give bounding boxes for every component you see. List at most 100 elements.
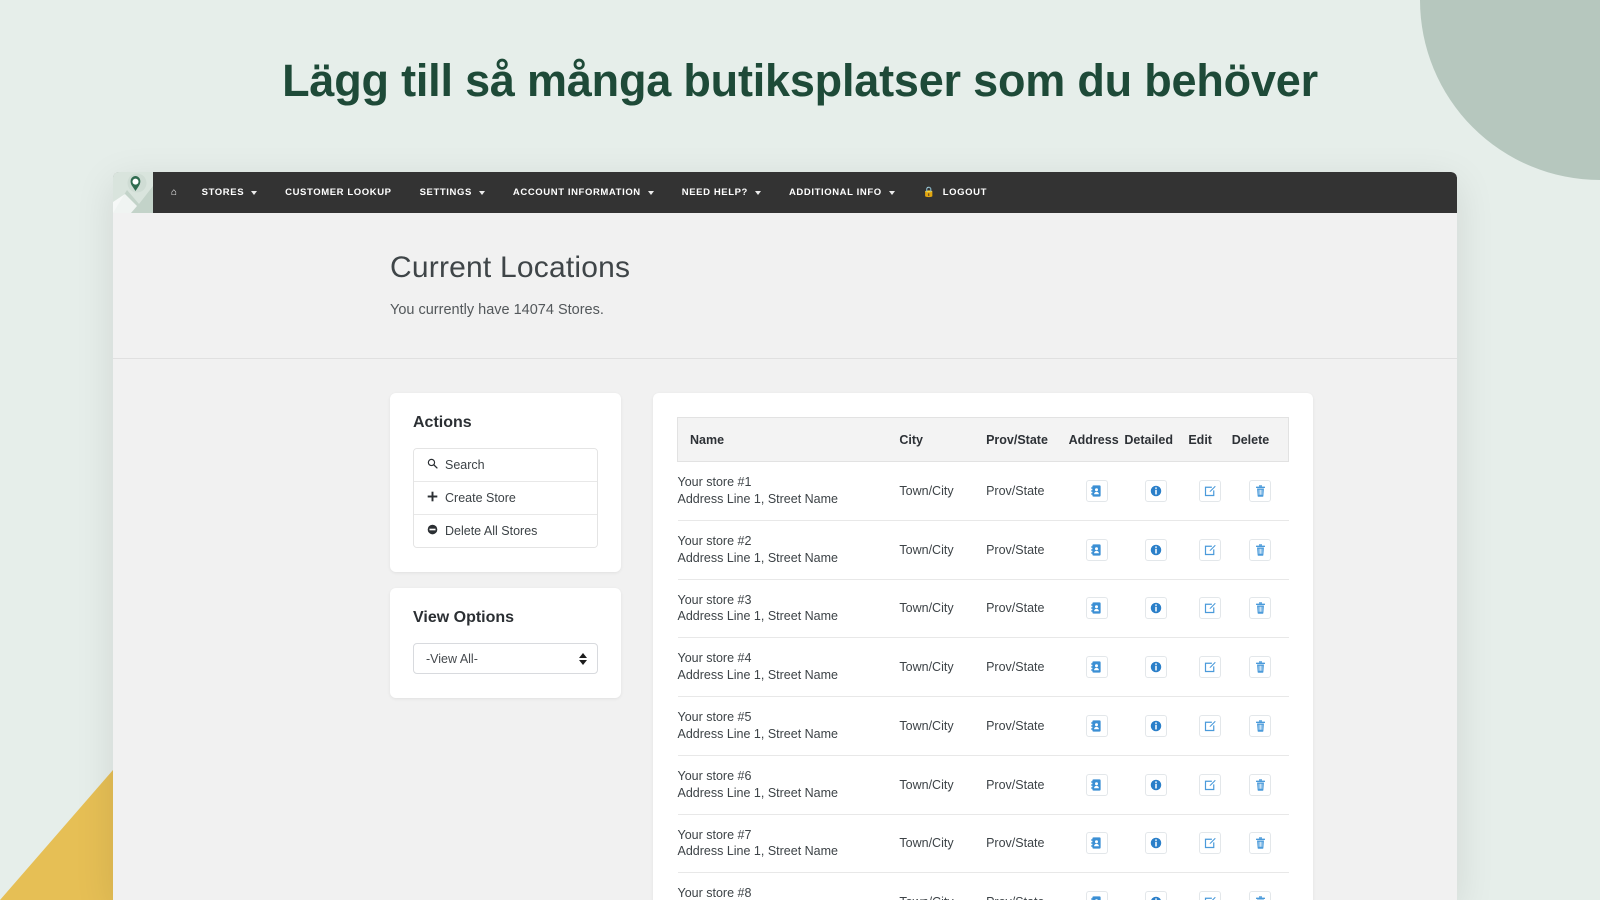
nav-item-stores[interactable]: STORES (188, 172, 272, 213)
info-circle-icon[interactable] (1145, 597, 1168, 620)
lock-icon: 🔒 (922, 186, 936, 198)
page-subtitle: You currently have 14074 Stores. (390, 302, 604, 318)
address-book-icon[interactable] (1085, 891, 1108, 900)
store-address: Address Line 1, Street Name (677, 550, 839, 565)
store-address: Address Line 1, Street Name (677, 844, 839, 859)
store-name: Your store #4 (677, 651, 752, 666)
store-address: Address Line 1, Street Name (677, 491, 839, 506)
address-book-icon[interactable] (1085, 538, 1108, 561)
decorative-triangle (0, 740, 113, 900)
cell-name: Your store #7 Address Line 1, Street Name (677, 814, 900, 874)
cell-name: Your store #2 Address Line 1, Street Name (677, 520, 900, 580)
address-book-icon[interactable] (1085, 832, 1108, 855)
column-header-edit[interactable]: Edit (1188, 417, 1232, 462)
nav-item-label: STORES (201, 187, 245, 198)
cell-name: Your store #5 Address Line 1, Street Name (677, 696, 900, 756)
info-circle-icon[interactable] (1145, 479, 1168, 502)
info-circle-icon[interactable] (1145, 656, 1168, 679)
cell-delete-action (1231, 872, 1289, 900)
cell-delete-action (1231, 579, 1289, 639)
cell-edit-action (1188, 461, 1232, 521)
cell-prov-state: Prov/State (986, 696, 1069, 756)
store-address: Address Line 1, Street Name (677, 726, 839, 741)
address-book-icon[interactable] (1085, 773, 1108, 796)
page-title: Current Locations (390, 251, 631, 284)
nav-item-home[interactable]: ⌂ (163, 172, 188, 213)
chevron-down-icon (478, 190, 485, 195)
page-header-band: Current Locations You currently have 140… (113, 213, 1457, 359)
trash-icon[interactable] (1249, 891, 1272, 900)
cell-city: Town/City (899, 696, 987, 756)
action-search[interactable]: Search (414, 449, 597, 482)
address-book-icon[interactable] (1085, 714, 1108, 737)
store-name: Your store #8 (677, 886, 752, 900)
cell-city: Town/City (899, 579, 987, 639)
table-header-row: Name City Prov/State Address Detailed Ed… (677, 417, 1289, 462)
table-row: Your store #1 Address Line 1, Street Name… (677, 461, 1289, 521)
info-circle-icon[interactable] (1145, 832, 1168, 855)
pencil-square-icon[interactable] (1199, 479, 1222, 502)
sidebar-column: Actions Search Create Store Delete All S… (390, 393, 621, 698)
address-book-icon[interactable] (1085, 597, 1108, 620)
pencil-square-icon[interactable] (1199, 773, 1222, 796)
pencil-square-icon[interactable] (1199, 656, 1222, 679)
nav-item-settings[interactable]: SETTINGS (406, 172, 499, 213)
column-header-name[interactable]: Name (677, 417, 900, 462)
cell-name: Your store #6 Address Line 1, Street Name (677, 755, 900, 815)
pencil-square-icon[interactable] (1199, 538, 1222, 561)
cell-detailed-action (1124, 696, 1189, 756)
pencil-square-icon[interactable] (1199, 597, 1222, 620)
trash-icon[interactable] (1249, 479, 1272, 502)
column-header-address[interactable]: Address (1068, 417, 1125, 462)
info-circle-icon[interactable] (1145, 714, 1168, 737)
cell-delete-action (1231, 814, 1289, 874)
trash-icon[interactable] (1249, 832, 1272, 855)
column-header-prov-state[interactable]: Prov/State (986, 417, 1069, 462)
home-icon: ⌂ (171, 186, 178, 198)
trash-icon[interactable] (1249, 538, 1272, 561)
cell-city: Town/City (899, 814, 987, 874)
cell-prov-state: Prov/State (986, 872, 1069, 900)
trash-icon[interactable] (1249, 773, 1272, 796)
nav-item-additional-info[interactable]: ADDITIONAL INFO (775, 172, 909, 213)
action-delete-all-stores[interactable]: Delete All Stores (414, 515, 597, 547)
brand-logo[interactable] (113, 172, 153, 213)
cell-prov-state: Prov/State (986, 579, 1069, 639)
cell-detailed-action (1124, 755, 1189, 815)
view-options-selected-value: -View All- (426, 651, 478, 666)
pencil-square-icon[interactable] (1199, 891, 1222, 900)
trash-icon[interactable] (1249, 597, 1272, 620)
info-circle-icon[interactable] (1145, 891, 1168, 900)
address-book-icon[interactable] (1085, 479, 1108, 502)
view-options-select[interactable]: -View All- (413, 643, 598, 674)
column-header-detailed[interactable]: Detailed (1124, 417, 1189, 462)
info-circle-icon[interactable] (1145, 773, 1168, 796)
cell-name: Your store #8Address Line 1, Street Name (677, 872, 900, 900)
cell-address-action (1068, 755, 1125, 815)
cell-edit-action (1188, 814, 1232, 874)
nav-item-logout[interactable]: 🔒 LOGOUT (909, 172, 1001, 213)
action-create-store[interactable]: Create Store (414, 482, 597, 515)
cell-address-action (1068, 461, 1125, 521)
column-header-delete[interactable]: Delete (1231, 417, 1289, 462)
cell-city: Town/City (899, 755, 987, 815)
column-header-city[interactable]: City (899, 417, 987, 462)
address-book-icon[interactable] (1085, 656, 1108, 679)
trash-icon[interactable] (1249, 656, 1272, 679)
cell-prov-state: Prov/State (986, 520, 1069, 580)
pencil-square-icon[interactable] (1199, 832, 1222, 855)
trash-icon[interactable] (1249, 714, 1272, 737)
nav-item-need-help[interactable]: NEED HELP? (668, 172, 775, 213)
nav-item-account-information[interactable]: ACCOUNT INFORMATION (499, 172, 668, 213)
store-name: Your store #2 (677, 533, 752, 548)
info-circle-icon[interactable] (1145, 538, 1168, 561)
store-address: Address Line 1, Street Name (677, 609, 839, 624)
cell-city: Town/City (899, 637, 987, 697)
top-navigation-bar: ⌂ STORES CUSTOMER LOOKUP SETTINGS ACCOUN… (113, 172, 1457, 213)
pencil-square-icon[interactable] (1199, 714, 1222, 737)
store-name: Your store #5 (677, 710, 752, 724)
chevron-down-icon (647, 190, 654, 195)
cell-name: Your store #4 Address Line 1, Street Name (677, 637, 900, 697)
store-name: Your store #3 (677, 592, 752, 607)
nav-item-customer-lookup[interactable]: CUSTOMER LOOKUP (271, 172, 405, 213)
